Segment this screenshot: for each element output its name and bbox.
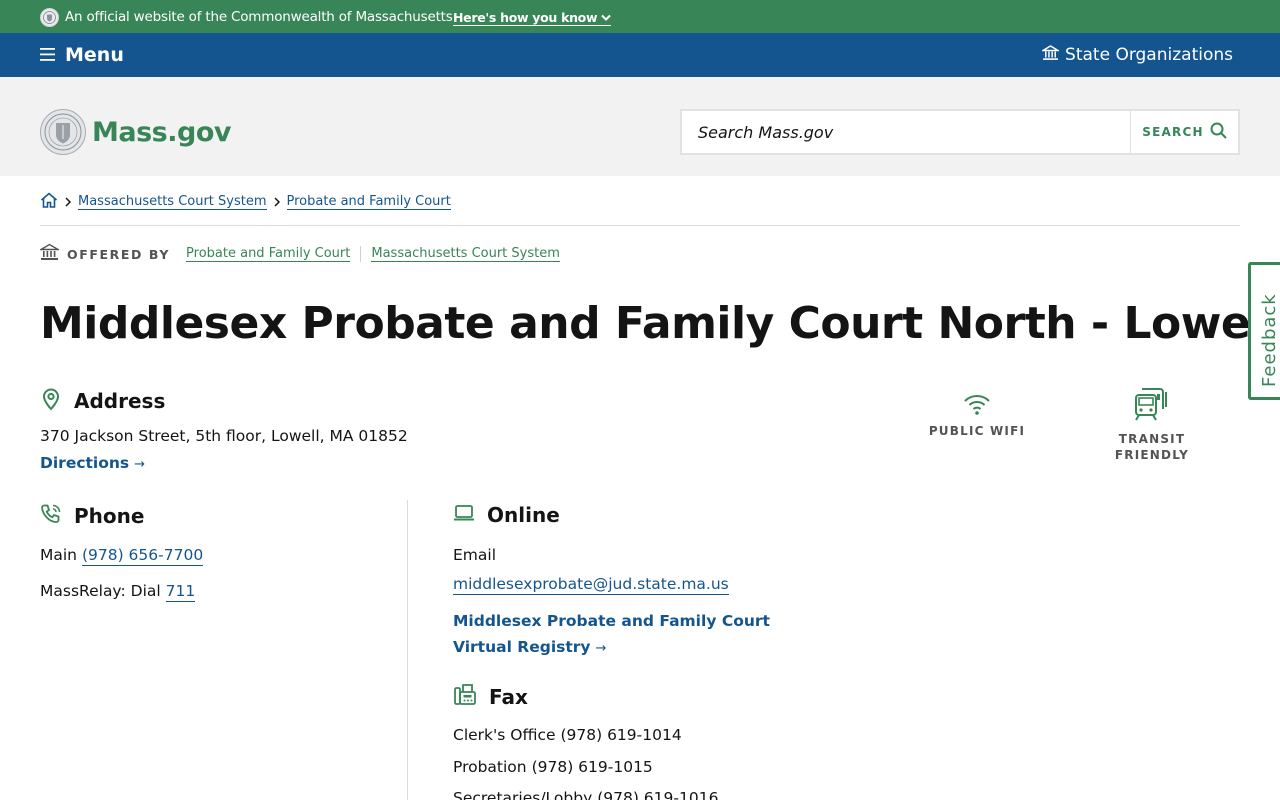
search-button-label: SEARCH — [1142, 125, 1204, 139]
arrow-right-icon: → — [134, 457, 146, 472]
virtual-registry-line-2: Virtual Registry — [453, 638, 591, 656]
fax-heading-text: Fax — [489, 685, 528, 709]
phone-heading-text: Phone — [74, 504, 145, 528]
offered-by-link-court-system[interactable]: Massachusetts Court System — [371, 246, 560, 262]
menu-button[interactable]: Menu — [40, 43, 124, 67]
address-heading: Address — [40, 387, 165, 415]
virtual-registry-line-1: Middlesex Probate and Family Court — [453, 612, 770, 630]
building-icon — [38, 243, 61, 265]
logo-wordmark: Mass.gov — [92, 116, 231, 148]
address-line: 370 Jackson Street, 5th floor, Lowell, M… — [40, 427, 408, 445]
search-input[interactable] — [680, 109, 1131, 155]
directions-link[interactable]: Directions → — [40, 454, 145, 472]
search-button[interactable]: SEARCH — [1130, 109, 1240, 155]
offered-by-separator — [360, 246, 362, 262]
feedback-label: Feedback — [1259, 293, 1280, 387]
arrow-right-icon: → — [595, 641, 607, 656]
virtual-registry-link[interactable]: Middlesex Probate and Family Court Virtu… — [453, 608, 770, 662]
massrelay-row: MassRelay: Dial 711 — [40, 582, 196, 602]
fax-heading: Fax — [453, 683, 528, 711]
email-row: middlesexprobate@jud.state.ma.us — [453, 575, 729, 595]
massachusetts-seal-icon — [40, 109, 86, 155]
breadcrumb-link-court-system[interactable]: Massachusetts Court System — [78, 194, 267, 210]
offered-by: OFFERED BY Probate and Family Court Mass… — [38, 243, 560, 265]
seal-mini-icon — [40, 8, 59, 27]
search-icon — [1210, 122, 1227, 143]
map-pin-icon — [40, 387, 62, 415]
menu-label: Menu — [65, 44, 124, 66]
fax-row-secretaries: Secretaries/Lobby (978) 619-1016 — [453, 789, 718, 800]
how-you-know-label: Here's how you know — [453, 10, 598, 25]
email-label: Email — [453, 546, 497, 564]
fax-number: (978) 619-1016 — [597, 789, 719, 800]
fax-label: Secretaries/Lobby — [453, 789, 593, 800]
phone-main-number-link[interactable]: (978) 656-7700 — [81, 546, 204, 566]
massrelay-number-link[interactable]: 711 — [165, 582, 196, 602]
email-link[interactable]: middlesexprobate@jud.state.ma.us — [453, 575, 729, 595]
online-heading-text: Online — [487, 503, 560, 527]
column-divider — [407, 500, 408, 800]
official-banner: An official website of the Commonwealth … — [0, 0, 1280, 33]
fax-row-probation: Probation (978) 619-1015 — [453, 758, 653, 776]
fax-number: (978) 619-1014 — [560, 726, 682, 744]
home-icon[interactable] — [40, 192, 58, 212]
main-nav-bar: Menu State Organizations — [0, 33, 1280, 77]
fax-label: Clerk's Office — [453, 726, 556, 744]
laptop-icon — [453, 503, 475, 527]
phone-heading: Phone — [40, 503, 144, 529]
amenity-public-wifi: PUBLIC WIFI — [927, 392, 1027, 438]
directions-label: Directions — [40, 454, 130, 472]
chevron-down-icon — [601, 10, 611, 25]
state-organizations-label: State Organizations — [1065, 44, 1233, 65]
amenity-transit-friendly: TRANSIT FRIENDLY — [1102, 387, 1202, 463]
state-organizations-button[interactable]: State Organizations — [1040, 44, 1233, 65]
chevron-right-icon — [65, 197, 71, 207]
online-heading: Online — [453, 503, 560, 527]
page-title: Middlesex Probate and Family Court North… — [40, 298, 1280, 349]
wifi-icon — [927, 392, 1027, 416]
fax-number: (978) 619-1015 — [531, 758, 653, 776]
phone-main-row: Main (978) 656-7700 — [40, 546, 204, 566]
fax-label: Probation — [453, 758, 527, 776]
how-you-know-link[interactable]: Here's how you know — [453, 10, 612, 26]
fax-icon — [453, 683, 477, 711]
offered-by-label: OFFERED BY — [67, 246, 171, 262]
breadcrumb-link-probate-court[interactable]: Probate and Family Court — [286, 194, 451, 210]
address-heading-text: Address — [74, 389, 166, 413]
official-text: An official website of the Commonwealth … — [65, 9, 453, 25]
site-header: Mass.gov SEARCH — [0, 77, 1280, 176]
fax-row-clerk: Clerk's Office (978) 619-1014 — [453, 726, 682, 744]
phone-icon — [40, 503, 62, 529]
building-icon — [1040, 44, 1061, 65]
hamburger-icon — [40, 46, 55, 65]
amenity-wifi-label: PUBLIC WIFI — [928, 424, 1026, 438]
amenity-transit-label-1: TRANSIT — [1118, 432, 1186, 446]
feedback-tab[interactable]: Feedback — [1248, 262, 1280, 400]
offered-by-link-probate-court[interactable]: Probate and Family Court — [186, 246, 351, 262]
massrelay-label: MassRelay: Dial — [40, 582, 161, 600]
breadcrumb: Massachusetts Court System Probate and F… — [40, 192, 451, 212]
breadcrumb-divider — [40, 225, 1240, 226]
amenity-transit-label-2: FRIENDLY — [1114, 448, 1190, 462]
chevron-right-icon — [273, 197, 280, 207]
transit-icon — [1102, 387, 1202, 423]
mass-gov-logo[interactable]: Mass.gov — [40, 109, 231, 155]
phone-main-label: Main — [40, 546, 78, 564]
